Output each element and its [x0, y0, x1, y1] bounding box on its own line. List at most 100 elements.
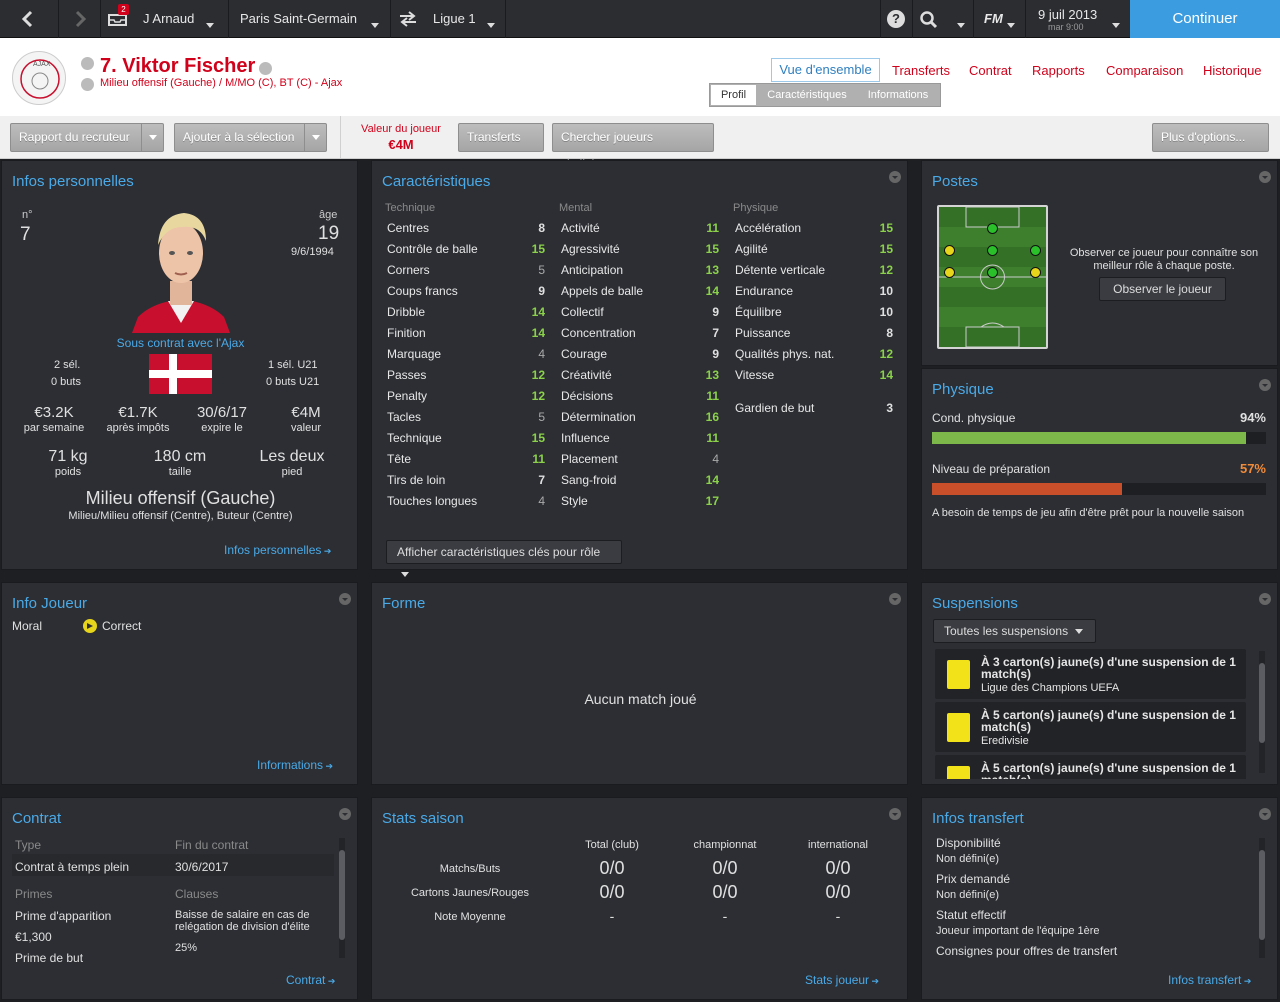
attribute-row: Détente verticale 12 — [731, 260, 897, 281]
bonuses-label: Primes — [15, 887, 53, 901]
club-name[interactable]: Paris Saint-Germain — [240, 11, 357, 26]
more-options-button[interactable]: Plus d'options... — [1152, 123, 1269, 168]
scrollbar[interactable] — [1259, 651, 1265, 773]
mental-header: Mental — [559, 202, 593, 214]
date-dropdown[interactable] — [1112, 17, 1120, 31]
attribute-row: Tête 11 — [383, 449, 549, 470]
key-attributes-button[interactable]: Afficher caractéristiques clés pour rôle — [386, 540, 622, 578]
contract-expiry-label: expire le — [201, 422, 243, 434]
notification-badge: 2 — [118, 4, 129, 15]
game-menu-dropdown[interactable] — [1007, 17, 1015, 31]
scout-report-dropdown[interactable] — [141, 124, 163, 151]
attribute-name: Passes — [387, 368, 427, 382]
attribute-value: 8 — [886, 326, 893, 340]
attribute-name: Finition — [387, 326, 426, 340]
suspensions-filter[interactable]: Toutes les suspensions — [933, 619, 1096, 643]
attribute-row: Centres 8 — [383, 218, 549, 239]
attribute-value: 13 — [705, 368, 719, 382]
attribute-name: Corners — [387, 263, 430, 277]
club-dropdown[interactable] — [371, 17, 379, 31]
transfer-info-link[interactable]: Infos transfert — [1168, 973, 1251, 987]
league-dropdown[interactable] — [487, 17, 495, 31]
club-badge: AJAX — [12, 51, 66, 105]
forward-arrow-icon[interactable] — [70, 9, 90, 29]
availability-label: Disponibilité — [936, 836, 1001, 850]
subtab-attributes[interactable]: Caractéristiques — [760, 85, 854, 105]
attribute-value: 11 — [706, 389, 719, 403]
attribute-row: Coups francs 9 — [383, 281, 549, 302]
contract-expiry: 30/6/17 — [196, 404, 248, 421]
observe-player-button[interactable]: Observer le joueur — [1099, 277, 1226, 301]
tab-history[interactable]: Historique — [1203, 63, 1262, 78]
tab-transfers[interactable]: Transferts — [892, 63, 950, 78]
collapse-icon[interactable] — [889, 171, 901, 183]
attribute-row: Activité 11 — [557, 218, 723, 239]
collapse-icon[interactable] — [1259, 808, 1271, 820]
manager-dropdown[interactable] — [206, 17, 214, 31]
collapse-icon[interactable] — [1259, 171, 1271, 183]
transfers-label: Transferts — [467, 130, 521, 144]
contract-link[interactable]: Contrat — [286, 973, 335, 987]
asking-price-value: Non défini(e) — [936, 889, 999, 901]
yellow-card-icon — [947, 766, 970, 779]
list-item: À 3 carton(s) jaune(s) d'une suspension … — [935, 649, 1246, 699]
personal-info-link[interactable]: Infos personnelles — [224, 543, 331, 557]
swap-icon[interactable] — [398, 10, 418, 28]
current-day-time: mar 9:00 — [1048, 22, 1084, 32]
attribute-row: Agressivité 15 — [557, 239, 723, 260]
back-arrow-icon[interactable] — [18, 9, 38, 29]
tab-overview[interactable]: Vue d'ensemble — [771, 58, 880, 82]
yellow-card-icon — [947, 713, 970, 742]
search-dropdown[interactable] — [957, 17, 965, 31]
list-item: À 5 carton(s) jaune(s) d'une suspension … — [935, 702, 1246, 752]
header-total: Total (club) — [585, 839, 639, 851]
offer-guidelines-label: Consignes pour offres de transfert — [936, 944, 1118, 958]
attribute-value: 14 — [879, 368, 893, 382]
add-to-selection-dropdown[interactable] — [304, 124, 326, 151]
scrollbar[interactable] — [339, 838, 345, 958]
attribute-row: Dribble 14 — [383, 302, 549, 323]
help-icon[interactable]: ? — [887, 10, 905, 28]
tab-comparison[interactable]: Comparaison — [1106, 63, 1183, 78]
attribute-value: 11 — [532, 452, 545, 466]
information-link[interactable]: Informations — [257, 758, 333, 772]
collapse-icon[interactable] — [339, 593, 351, 605]
league-name[interactable]: Ligue 1 — [433, 11, 476, 26]
collapse-icon[interactable] — [339, 808, 351, 820]
search-icon[interactable] — [919, 10, 939, 30]
collapse-icon[interactable] — [889, 593, 901, 605]
scout-text: Observer ce joueur pour connaître son me… — [1069, 247, 1259, 272]
collapse-icon[interactable] — [889, 808, 901, 820]
attribute-value: 10 — [879, 284, 893, 298]
collapse-icon[interactable] — [1259, 379, 1271, 391]
attribute-row: Collectif 9 — [557, 302, 723, 323]
next-player-icon[interactable] — [81, 78, 94, 91]
tab-contract[interactable]: Contrat — [969, 63, 1012, 78]
player-name-menu-icon[interactable] — [259, 62, 272, 75]
attribute-value: 4 — [712, 452, 719, 466]
yellow-card-icon — [947, 660, 970, 689]
find-similar-button[interactable]: Chercher joueurs similaires — [552, 123, 714, 171]
continue-button[interactable]: Continuer — [1130, 0, 1280, 38]
value: €4M — [291, 404, 321, 421]
tab-reports[interactable]: Rapports — [1032, 63, 1085, 78]
action-bar: Rapport du recruteur Ajouter à la sélect… — [0, 116, 1280, 171]
manager-name[interactable]: J Arnaud — [143, 11, 194, 26]
attribute-name: Puissance — [735, 326, 791, 340]
subtab-profile[interactable]: Profil — [711, 85, 756, 105]
prev-player-icon[interactable] — [81, 57, 94, 70]
add-to-selection-button[interactable]: Ajouter à la sélection — [174, 123, 327, 152]
goal-bonus-label: Prime de but — [15, 951, 84, 965]
subtab-information[interactable]: Informations — [858, 85, 938, 105]
game-logo[interactable]: FM — [984, 11, 1003, 26]
scrollbar[interactable] — [1259, 838, 1265, 958]
preferred-foot-label: pied — [281, 466, 303, 478]
physique-note: A besoin de temps de jeu afin d'être prê… — [932, 507, 1245, 519]
collapse-icon[interactable] — [1259, 593, 1271, 605]
player-stats-link[interactable]: Stats joueur — [805, 973, 879, 987]
attribute-value: 15 — [879, 221, 893, 235]
scout-report-button[interactable]: Rapport du recruteur — [10, 123, 164, 152]
attribute-value: 12 — [879, 263, 893, 277]
transfers-button[interactable]: Transferts — [458, 123, 544, 168]
position-mc — [987, 267, 998, 278]
